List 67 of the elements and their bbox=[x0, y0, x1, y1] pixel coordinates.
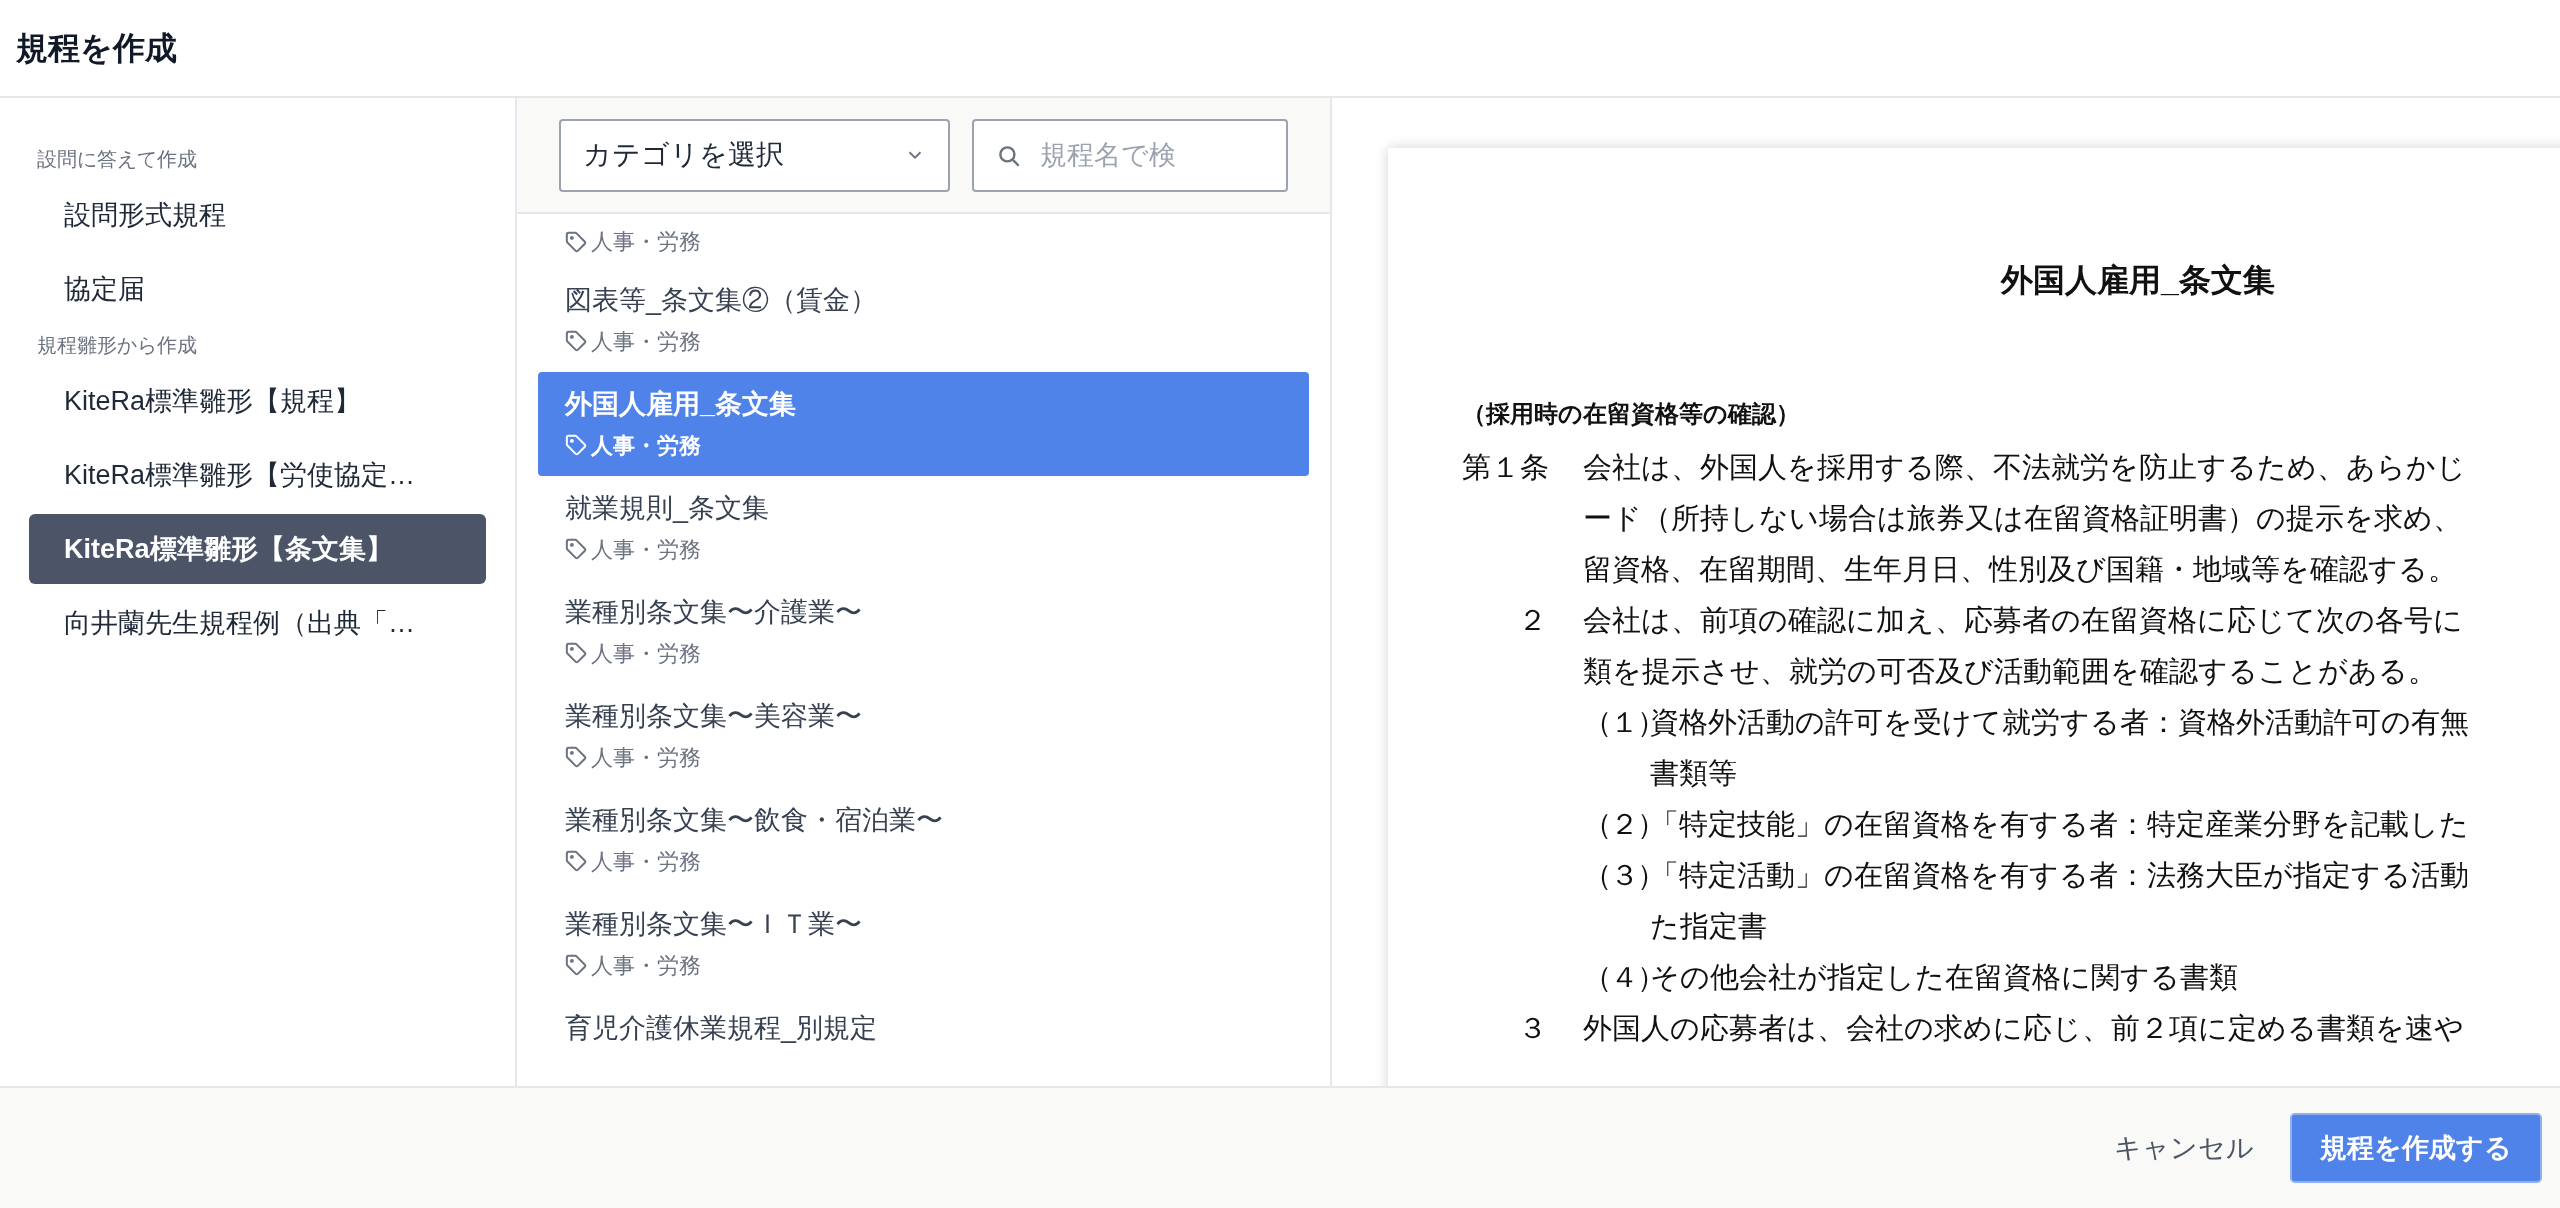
sidebar-item[interactable]: KiteRa標準雛形【規程】 bbox=[29, 366, 486, 436]
clause-text: 会社は、前項の確認に加え、応募者の在留資格に応じて次の各号に bbox=[1583, 603, 2463, 638]
item-number: （３） bbox=[1583, 858, 1650, 893]
category-tag: 人事・労務 bbox=[591, 324, 701, 358]
template-title: 育児介護休業規程_別規定 bbox=[565, 1012, 879, 1045]
tag-icon bbox=[565, 746, 587, 768]
template-item[interactable]: 業種別条文集〜美容業〜 人事・労務 bbox=[538, 684, 1309, 788]
category-tag: 人事・労務 bbox=[591, 225, 701, 258]
document-title: 外国人雇用_条文集 bbox=[2001, 261, 2275, 300]
item-text: 書類等 bbox=[1650, 756, 1738, 791]
category-tag: 人事・労務 bbox=[591, 740, 701, 774]
sidebar-item[interactable]: KiteRa標準雛形【労使協定… bbox=[29, 440, 486, 510]
clause-text: 外国人の応募者は、会社の求めに応じ、前２項に定める書類を速や bbox=[1583, 1011, 2464, 1046]
item-text: その他会社が指定した在留資格に関する書類 bbox=[1650, 960, 2238, 995]
template-title: 業種別条文集〜飲食・宿泊業〜 bbox=[565, 804, 944, 837]
item-number: （１） bbox=[1583, 705, 1650, 740]
template-item[interactable]: 業種別条文集〜介護業〜 人事・労務 bbox=[538, 580, 1309, 684]
category-tag: 人事・労務 bbox=[591, 532, 701, 566]
clause-text: 会社は、外国人を採用する際、不法就労を防止するため、あらかじ bbox=[1583, 450, 2466, 485]
category-tag: 人事・労務 bbox=[591, 948, 701, 982]
template-item[interactable]: 外国人雇用_条文集 人事・労務 bbox=[538, 372, 1309, 476]
clause-text: 類を提示させ、就労の可否及び活動範囲を確認することがある。 bbox=[1583, 654, 2438, 689]
search-field[interactable]: 規程名で検 bbox=[972, 118, 1288, 192]
category-tag: 人事・労務 bbox=[591, 844, 701, 878]
clause-text: ード（所持しない場合は旅券又は在留資格証明書）の提示を求め、 bbox=[1583, 501, 2463, 536]
tag-icon bbox=[565, 954, 587, 976]
tag-icon bbox=[565, 538, 587, 560]
tag-icon bbox=[565, 850, 587, 872]
tag-icon bbox=[565, 642, 587, 664]
item-text: 資格外活動の許可を受けて就労する者：資格外活動許可の有無 bbox=[1650, 705, 2469, 740]
template-title: 外国人雇用_条文集 bbox=[565, 388, 798, 421]
cancel-button[interactable]: キャンセル bbox=[2106, 1113, 2262, 1183]
tag-icon bbox=[565, 230, 587, 253]
item-text: た指定書 bbox=[1650, 909, 1768, 944]
clause-text: 留資格、在留期間、生年月日、性別及び国籍・地域等を確認する。 bbox=[1583, 552, 2458, 587]
sidebar-item[interactable]: 設問形式規程 bbox=[29, 180, 486, 250]
template-title: 業種別条文集〜介護業〜 bbox=[565, 596, 863, 629]
sidebar-item[interactable]: KiteRa標準雛形【条文集】 bbox=[29, 514, 486, 584]
item-number: （２） bbox=[1583, 807, 1650, 842]
category-tag: 人事・労務 bbox=[591, 636, 701, 670]
category-select[interactable]: カテゴリを選択 bbox=[559, 118, 950, 192]
article-heading: （採用時の在留資格等の確認） bbox=[1462, 400, 1800, 427]
section-label: 規程雛形から作成 bbox=[37, 333, 197, 358]
clause-number: 第１条 bbox=[1462, 450, 1549, 485]
sidebar-item[interactable]: 協定届 bbox=[29, 254, 486, 324]
clause-number: ３ bbox=[1518, 1011, 1547, 1046]
tag-icon bbox=[565, 330, 587, 352]
create-button[interactable]: 規程を作成する bbox=[2290, 1113, 2542, 1183]
template-title: 業種別条文集〜ＩＴ業〜 bbox=[565, 908, 863, 941]
section-label: 設問に答えて作成 bbox=[37, 147, 197, 172]
template-title: 業種別条文集〜美容業〜 bbox=[565, 700, 863, 733]
tag-icon bbox=[565, 434, 587, 456]
template-item[interactable]: 就業規則_条文集 人事・労務 bbox=[538, 476, 1309, 580]
template-item[interactable]: 図表等_条文集②（賃金） 人事・労務 bbox=[538, 268, 1309, 372]
template-title: 就業規則_条文集 bbox=[565, 492, 771, 525]
template-item[interactable]: 人事・労務 bbox=[538, 214, 1309, 268]
sidebar-item[interactable]: 向井蘭先生規程例（出典「… bbox=[29, 588, 486, 658]
template-item[interactable]: 業種別条文集〜飲食・宿泊業〜 人事・労務 bbox=[538, 788, 1309, 892]
item-text: 「特定活動」の在留資格を有する者：法務大臣が指定する活動 bbox=[1650, 858, 2469, 893]
category-tag: 人事・労務 bbox=[591, 428, 701, 462]
clause-number: ２ bbox=[1518, 603, 1547, 638]
template-item[interactable]: 業種別条文集〜ＩＴ業〜 人事・労務 bbox=[538, 892, 1309, 996]
item-number: （４） bbox=[1583, 960, 1650, 995]
dialog-title: 規程を作成 bbox=[16, 29, 177, 68]
template-item[interactable]: 育児介護休業規程_別規定 bbox=[538, 996, 1309, 1086]
template-title: 図表等_条文集②（賃金） bbox=[565, 284, 879, 317]
item-text: 「特定技能」の在留資格を有する者：特定産業分野を記載した bbox=[1650, 807, 2469, 842]
